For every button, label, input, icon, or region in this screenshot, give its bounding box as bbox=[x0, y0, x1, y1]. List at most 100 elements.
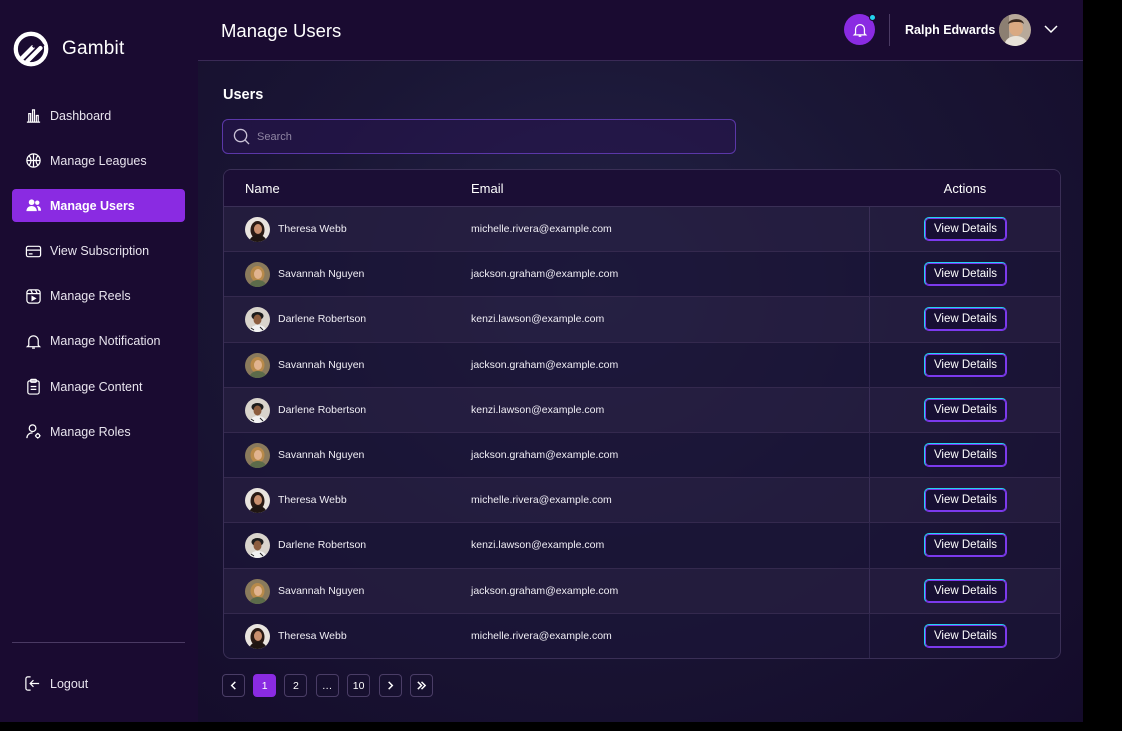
view-details-button[interactable]: View Details bbox=[924, 533, 1007, 558]
view-details-button[interactable]: View Details bbox=[924, 352, 1007, 377]
view-details-button[interactable]: View Details bbox=[924, 623, 1007, 648]
user-avatar[interactable] bbox=[999, 14, 1031, 46]
page-button-10[interactable]: 10 bbox=[346, 674, 371, 697]
user-email-cell: jackson.graham@example.com bbox=[471, 448, 619, 461]
user-email-cell: michelle.rivera@example.com bbox=[471, 629, 612, 642]
sidebar-item-manage-users[interactable]: Manage Users bbox=[12, 189, 185, 223]
view-details-button[interactable]: View Details bbox=[924, 307, 1007, 332]
page-ellipsis: … bbox=[315, 674, 339, 697]
main-content: Manage Users Ralph Edwards Users Search … bbox=[198, 0, 1083, 722]
sidebar-item-label: Manage Users bbox=[50, 198, 135, 213]
sidebar-item-label: Manage Reels bbox=[50, 289, 131, 304]
view-details-button[interactable]: View Details bbox=[924, 488, 1007, 513]
user-avatar bbox=[245, 623, 270, 649]
search-input[interactable] bbox=[257, 130, 727, 143]
user-name-cell: Theresa Webb bbox=[278, 494, 347, 507]
brand-name: Gambit bbox=[62, 38, 125, 59]
sidebar-item-view-subscription[interactable]: View Subscription bbox=[12, 235, 185, 268]
logout-label: Logout bbox=[50, 676, 89, 691]
user-name-cell: Theresa Webb bbox=[278, 223, 347, 235]
user-name-cell: Savannah Nguyen bbox=[278, 584, 365, 597]
view-details-button[interactable]: View Details bbox=[924, 397, 1007, 422]
card-icon bbox=[24, 242, 42, 260]
table-row: Savannah Nguyen jackson.graham@example.co… bbox=[224, 432, 1060, 479]
user-avatar bbox=[245, 442, 270, 468]
sidebar-item-manage-notification[interactable]: Manage Notification bbox=[12, 325, 185, 358]
chevron-down-icon[interactable] bbox=[1043, 21, 1059, 37]
user-email-cell: jackson.graham@example.com bbox=[471, 268, 619, 281]
bell-icon bbox=[24, 332, 42, 350]
user-avatar bbox=[245, 262, 270, 288]
sidebar-item-label: Manage Content bbox=[50, 379, 143, 394]
user-avatar bbox=[245, 533, 270, 559]
view-details-button[interactable]: View Details bbox=[924, 217, 1007, 241]
user-name-cell: Savannah Nguyen bbox=[278, 268, 365, 281]
user-email-cell: michelle.rivera@example.com bbox=[471, 223, 612, 235]
gambit-logo-icon bbox=[13, 31, 49, 67]
view-details-button[interactable]: View Details bbox=[924, 578, 1007, 603]
table-row: Darlene Robertson kenzi.lawson@example.co… bbox=[224, 523, 1060, 569]
sidebar-item-manage-reels[interactable]: Manage Reels bbox=[12, 280, 185, 313]
table-body: Theresa Webb michelle.rivera@example.com V… bbox=[224, 207, 1060, 658]
sidebar-item-manage-content[interactable]: Manage Content bbox=[12, 370, 185, 403]
user-avatar bbox=[245, 397, 270, 423]
table-row: Theresa Webb michelle.rivera@example.com V… bbox=[224, 613, 1060, 658]
section-title: Users bbox=[223, 87, 264, 103]
chevron-right-icon bbox=[387, 681, 393, 690]
sidebar: Gambit Dashboard Manage Leagues Manage U… bbox=[0, 0, 198, 722]
logout-button[interactable]: Logout bbox=[12, 667, 185, 700]
user-name-cell: Darlene Robertson bbox=[278, 313, 367, 326]
bar-chart-icon bbox=[24, 107, 42, 125]
bell-icon bbox=[852, 23, 867, 37]
search-icon bbox=[233, 128, 250, 145]
sidebar-item-label: Manage Roles bbox=[50, 424, 131, 439]
last-page-button[interactable] bbox=[409, 674, 433, 697]
users-icon bbox=[24, 197, 42, 215]
sidebar-item-label: Manage Notification bbox=[50, 334, 161, 349]
user-name-cell: Savannah Nguyen bbox=[278, 448, 365, 461]
avatar-image bbox=[999, 14, 1031, 46]
next-page-button[interactable] bbox=[378, 674, 402, 697]
view-details-button[interactable]: View Details bbox=[924, 262, 1007, 287]
table-header: Name Email Actions bbox=[224, 170, 1060, 207]
user-email-cell: jackson.graham@example.com bbox=[471, 358, 619, 371]
column-header-email: Email bbox=[471, 181, 504, 196]
pagination: 1 2 … 10 bbox=[222, 674, 441, 697]
sidebar-divider bbox=[12, 642, 185, 643]
table-row: Savannah Nguyen jackson.graham@example.co… bbox=[224, 252, 1060, 298]
double-chevron-right-icon bbox=[417, 681, 427, 690]
table-row: Darlene Robertson kenzi.lawson@example.co… bbox=[224, 297, 1060, 343]
user-email-cell: kenzi.lawson@example.com bbox=[471, 313, 605, 326]
user-cog-icon bbox=[24, 423, 42, 441]
prev-page-button[interactable] bbox=[222, 674, 245, 697]
column-header-name: Name bbox=[245, 181, 280, 196]
page-button-1[interactable]: 1 bbox=[253, 674, 277, 697]
user-email-cell: kenzi.lawson@example.com bbox=[471, 539, 605, 552]
search-bar[interactable] bbox=[222, 119, 736, 154]
sidebar-item-label: View Subscription bbox=[50, 244, 150, 259]
notification-badge bbox=[869, 14, 876, 21]
topbar: Manage Users Ralph Edwards bbox=[198, 0, 1083, 61]
user-avatar bbox=[245, 307, 270, 333]
users-table: Name Email Actions Theresa Webb michelle.… bbox=[223, 169, 1061, 659]
user-email-cell: jackson.graham@example.com bbox=[471, 584, 619, 597]
column-header-actions: Actions bbox=[943, 181, 987, 196]
view-details-button[interactable]: View Details bbox=[924, 442, 1007, 467]
notification-button[interactable] bbox=[844, 14, 876, 45]
reels-icon bbox=[24, 287, 42, 305]
clipboard-icon bbox=[24, 378, 42, 396]
user-avatar bbox=[245, 578, 270, 604]
sidebar-item-manage-roles[interactable]: Manage Roles bbox=[12, 415, 185, 448]
topbar-divider bbox=[889, 14, 890, 46]
basketball-icon bbox=[24, 152, 42, 170]
table-row: Darlene Robertson kenzi.lawson@example.co… bbox=[224, 387, 1060, 433]
sidebar-item-label: Dashboard bbox=[50, 108, 112, 123]
user-name-cell: Theresa Webb bbox=[278, 629, 347, 642]
table-row: Theresa Webb michelle.rivera@example.com V… bbox=[224, 207, 1060, 253]
page-title: Manage Users bbox=[221, 20, 342, 41]
user-name[interactable]: Ralph Edwards bbox=[905, 23, 995, 37]
sidebar-item-dashboard[interactable]: Dashboard bbox=[12, 99, 185, 132]
brand[interactable]: Gambit bbox=[12, 29, 124, 69]
sidebar-item-manage-leagues[interactable]: Manage Leagues bbox=[12, 144, 185, 177]
page-button-2[interactable]: 2 bbox=[284, 674, 308, 697]
